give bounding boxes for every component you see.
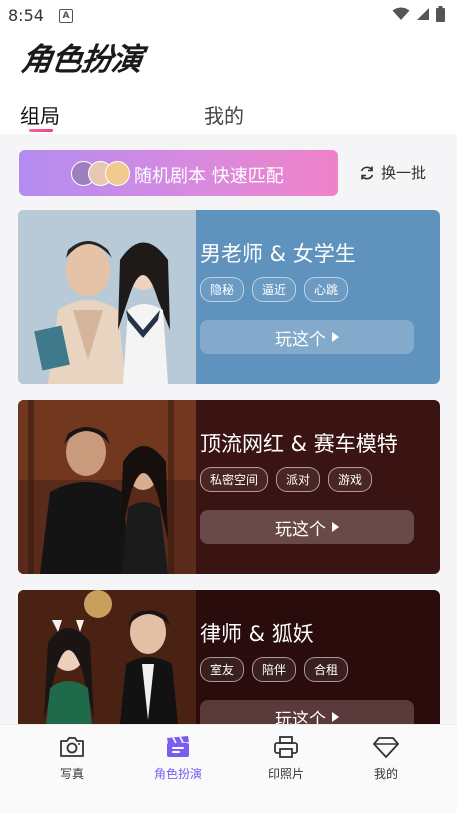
tab-underline xyxy=(29,129,53,132)
play-button[interactable]: 玩这个 xyxy=(200,510,414,544)
tag: 陪伴 xyxy=(252,657,297,682)
wifi-icon xyxy=(392,7,410,20)
app-logo: 角色扮演 xyxy=(18,42,145,78)
tag: 游戏 xyxy=(328,467,373,492)
tag: 室友 xyxy=(200,657,245,682)
nav-item-photo[interactable]: 写真 xyxy=(32,735,112,782)
play-icon xyxy=(332,522,339,532)
nav-label-print: 印照片 xyxy=(267,767,304,781)
play-button[interactable]: 玩这个 xyxy=(200,320,414,354)
avatar xyxy=(105,161,130,186)
random-match-label: 随机剧本 快速匹配 xyxy=(134,166,284,187)
play-button-label: 玩这个 xyxy=(275,329,326,350)
status-bar: 8:54 A xyxy=(0,0,457,32)
tag: 合租 xyxy=(304,657,349,682)
printer-icon xyxy=(274,736,298,758)
nav-item-mine[interactable]: 我的 xyxy=(346,735,426,782)
clapperboard-icon xyxy=(167,736,189,757)
scenario-image xyxy=(18,210,196,384)
camera-icon xyxy=(60,737,84,757)
tag: 隐秘 xyxy=(200,277,245,302)
tag-list: 隐秘 逼近 心跳 xyxy=(200,277,349,302)
play-icon xyxy=(332,332,339,342)
scenario-card[interactable]: 男老师 & 女学生 隐秘 逼近 心跳 玩这个 xyxy=(18,210,440,384)
play-icon xyxy=(332,712,339,722)
signal-icon xyxy=(417,8,429,20)
nav-label-mine: 我的 xyxy=(373,767,398,781)
tab-group[interactable]: 组局 xyxy=(20,100,60,129)
tag-list: 室友 陪伴 合租 xyxy=(200,657,349,682)
tag: 派对 xyxy=(276,467,321,492)
play-button-label: 玩这个 xyxy=(275,519,326,540)
nav-label-roleplay: 角色扮演 xyxy=(153,767,202,781)
nav-item-print[interactable]: 印照片 xyxy=(246,735,326,782)
nav-item-roleplay[interactable]: 角色扮演 xyxy=(138,735,218,782)
refresh-label: 换一批 xyxy=(381,164,427,182)
scenario-title: 顶流网红 & 赛车模特 xyxy=(200,432,398,456)
bottom-nav: 写真 角色扮演 印照片 我的 xyxy=(0,724,457,813)
tag: 心跳 xyxy=(304,277,349,302)
tag: 私密空间 xyxy=(200,467,269,492)
notification-icon: A xyxy=(59,9,73,23)
scenario-title: 男老师 & 女学生 xyxy=(200,242,356,266)
top-tabs: 组局 我的 xyxy=(0,96,457,134)
tab-mine[interactable]: 我的 xyxy=(204,100,244,129)
tag: 逼近 xyxy=(252,277,297,302)
scenario-card[interactable]: 顶流网红 & 赛车模特 私密空间 派对 游戏 玩这个 xyxy=(18,400,440,574)
scenario-title: 律师 & 狐妖 xyxy=(200,622,314,646)
status-icons xyxy=(392,6,445,22)
tag-list: 私密空间 派对 游戏 xyxy=(200,467,373,492)
refresh-icon xyxy=(360,166,374,179)
battery-icon xyxy=(436,6,445,22)
scenario-image xyxy=(18,400,196,574)
random-match-button[interactable]: 随机剧本 快速匹配 xyxy=(19,150,338,196)
diamond-icon xyxy=(373,737,399,758)
avatar-stack xyxy=(71,161,131,186)
refresh-button[interactable]: 换一批 xyxy=(359,162,426,183)
nav-label-photo: 写真 xyxy=(59,767,84,781)
status-time: 8:54 xyxy=(8,6,44,25)
